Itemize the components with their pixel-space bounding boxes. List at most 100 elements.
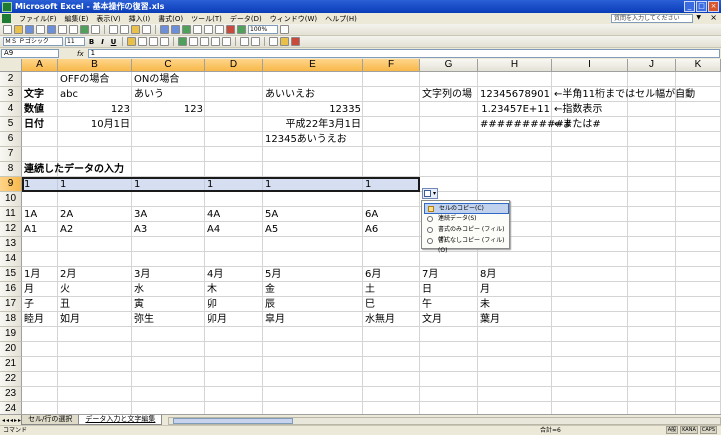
menu-data[interactable]: データ(D) [226, 14, 266, 24]
cell-a17[interactable]: 子 [22, 297, 36, 312]
cell-e11[interactable]: 5A [263, 207, 280, 222]
row-header-22[interactable]: 22 [0, 372, 22, 387]
sort-descending-icon[interactable] [215, 25, 224, 34]
increase-decimal-icon[interactable] [211, 37, 220, 46]
row-header-17[interactable]: 17 [0, 297, 22, 312]
cell-b11[interactable]: 2A [58, 207, 75, 222]
row-header-19[interactable]: 19 [0, 327, 22, 342]
autofill-option-fill-without-formatting[interactable]: 書式なしコピー (フィル)(O) [424, 236, 509, 254]
row-header-21[interactable]: 21 [0, 357, 22, 372]
menu-insert[interactable]: 挿入(I) [125, 14, 155, 24]
cell-c16[interactable]: 水 [132, 282, 146, 297]
open-icon[interactable] [14, 25, 23, 34]
research-icon[interactable] [91, 25, 100, 34]
column-header-c[interactable]: C [132, 59, 205, 72]
borders-icon[interactable] [269, 37, 278, 46]
menu-file[interactable]: ファイル(F) [15, 14, 61, 24]
row-header-13[interactable]: 13 [0, 237, 22, 252]
column-header-k[interactable]: K [676, 59, 721, 72]
cell-i4[interactable]: ←指数表示 [552, 102, 604, 117]
column-header-b[interactable]: B [58, 59, 132, 72]
cell-e15[interactable]: 5月 [263, 267, 283, 282]
row-header-20[interactable]: 20 [0, 342, 22, 357]
cell-a5[interactable]: 日付 [22, 117, 46, 132]
cell-g3[interactable]: 文字列の場 [420, 87, 474, 102]
scrollbar-thumb[interactable] [173, 418, 293, 424]
help-search-input[interactable]: 質問を入力してください [611, 14, 693, 23]
cell-h3[interactable]: 12345678901 [478, 87, 552, 102]
cell-h15[interactable]: 8月 [478, 267, 498, 282]
font-color-icon[interactable] [291, 37, 300, 46]
cell-c9[interactable]: 1 [132, 177, 142, 192]
cell-g18[interactable]: 文月 [420, 312, 444, 327]
cell-a4[interactable]: 数値 [22, 102, 46, 117]
cell-b4[interactable]: 123 [58, 102, 132, 117]
cell-d16[interactable]: 木 [205, 282, 219, 297]
cell-d12[interactable]: A4 [205, 222, 222, 237]
print-preview-icon[interactable] [69, 25, 78, 34]
column-header-j[interactable]: J [628, 59, 676, 72]
decrease-indent-icon[interactable] [240, 37, 249, 46]
autosum-icon[interactable] [193, 25, 202, 34]
menu-tools[interactable]: ツール(T) [187, 14, 226, 24]
increase-indent-icon[interactable] [251, 37, 260, 46]
row-header-12[interactable]: 12 [0, 222, 22, 237]
select-all-corner[interactable] [0, 59, 22, 72]
tab-data-entry[interactable]: データ入力と文字編集 [78, 415, 163, 425]
row-header-18[interactable]: 18 [0, 312, 22, 327]
cell-f17[interactable]: 巳 [363, 297, 377, 312]
column-header-e[interactable]: E [263, 59, 363, 72]
email-icon[interactable] [47, 25, 56, 34]
cell-c17[interactable]: 寅 [132, 297, 146, 312]
close-window-button[interactable]: × [708, 1, 719, 12]
fill-color-icon[interactable] [280, 37, 289, 46]
ime-mode-indicator[interactable]: A般 [665, 426, 679, 434]
cell-f9[interactable]: 1 [363, 177, 373, 192]
cell-d18[interactable]: 卯月 [205, 312, 229, 327]
cell-f15[interactable]: 6月 [363, 267, 383, 282]
percent-icon[interactable] [189, 37, 198, 46]
cell-e6[interactable]: 12345あいうえお [263, 132, 349, 147]
cell-g15[interactable]: 7月 [420, 267, 440, 282]
chart-wizard-icon[interactable] [226, 25, 235, 34]
cell-e9[interactable]: 1 [263, 177, 273, 192]
cell-a16[interactable]: 月 [22, 282, 36, 297]
cell-d15[interactable]: 4月 [205, 267, 225, 282]
row-header-24[interactable]: 24 [0, 402, 22, 414]
underline-button[interactable]: U [109, 38, 118, 46]
row-header-15[interactable]: 15 [0, 267, 22, 282]
menu-help[interactable]: ヘルプ(H) [321, 14, 361, 24]
column-header-f[interactable]: F [363, 59, 420, 72]
cell-e12[interactable]: A5 [263, 222, 280, 237]
cell-a11[interactable]: 1A [22, 207, 39, 222]
row-header-6[interactable]: 6 [0, 132, 22, 147]
italic-button[interactable]: I [98, 38, 107, 46]
menu-format[interactable]: 書式(O) [154, 14, 187, 24]
column-header-h[interactable]: H [478, 59, 552, 72]
cell-a12[interactable]: A1 [22, 222, 39, 237]
align-left-icon[interactable] [127, 37, 136, 46]
merge-center-icon[interactable] [160, 37, 169, 46]
format-painter-icon[interactable] [142, 25, 151, 34]
menu-view[interactable]: 表示(V) [92, 14, 124, 24]
cell-f16[interactable]: 土 [363, 282, 377, 297]
cell-b9[interactable]: 1 [58, 177, 68, 192]
spelling-icon[interactable] [80, 25, 89, 34]
cell-i5[interactable]: ←または# [552, 117, 603, 132]
cell-e18[interactable]: 皐月 [263, 312, 287, 327]
menu-edit[interactable]: 編集(E) [61, 14, 93, 24]
undo-icon[interactable] [160, 25, 169, 34]
cell-c18[interactable]: 弥生 [132, 312, 156, 327]
font-name-select[interactable]: ＭＳ Ｐゴシック [3, 37, 63, 46]
new-icon[interactable] [3, 25, 12, 34]
worksheet-grid[interactable]: A B C D E F G H I J K 2 3 4 5 6 7 8 9 10 11 12 13 14 15 16 17 18 19 2… [0, 59, 721, 414]
row-header-11[interactable]: 11 [0, 207, 22, 222]
cut-icon[interactable] [109, 25, 118, 34]
close-workbook-icon[interactable]: × [710, 13, 717, 22]
row-header-2[interactable]: 2 [0, 72, 22, 87]
sort-ascending-icon[interactable] [204, 25, 213, 34]
cell-h17[interactable]: 未 [478, 297, 492, 312]
drawing-icon[interactable] [237, 25, 246, 34]
cell-e3[interactable]: あいいえお [263, 87, 317, 102]
cell-e16[interactable]: 金 [263, 282, 277, 297]
